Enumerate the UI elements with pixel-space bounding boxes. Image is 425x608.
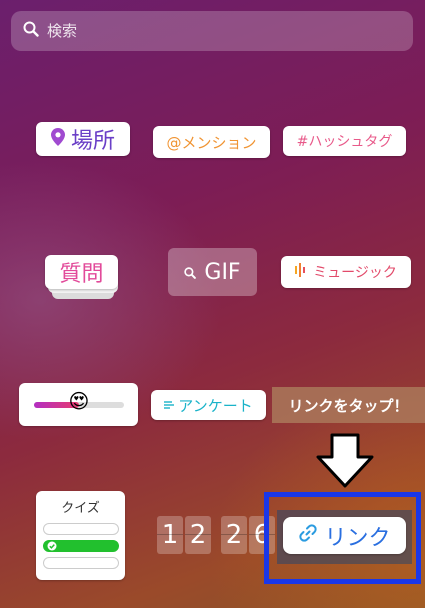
countdown-digit: 1 (157, 516, 183, 554)
search-icon (23, 21, 39, 41)
poll-sticker[interactable]: アンケート (151, 390, 266, 420)
music-sticker[interactable]: ミュージック (281, 256, 411, 288)
link-highlight-frame (264, 492, 421, 584)
hashtag-sticker[interactable]: #ハッシュタグ (283, 126, 406, 156)
heart-eyes-emoji-icon[interactable]: 😍 (69, 391, 90, 411)
check-icon (47, 541, 56, 551)
callout-text: リンクをタップ！ (288, 396, 409, 415)
countdown-digit: 2 (185, 516, 211, 554)
quiz-option-correct (42, 540, 119, 552)
tap-link-callout: リンクをタップ！ (272, 387, 425, 423)
location-sticker[interactable]: 場所 (36, 122, 130, 156)
hashtag-sticker-label: #ハッシュタグ (296, 134, 393, 150)
quiz-option (42, 523, 119, 535)
list-lines-icon (164, 396, 175, 414)
location-sticker-label: 場所 (70, 129, 115, 154)
mention-sticker[interactable]: @メンション (153, 126, 270, 158)
countdown-digit: 2 (221, 516, 247, 554)
gif-sticker-label: GIF (204, 259, 241, 285)
quiz-option (42, 557, 119, 569)
music-bars-icon (295, 263, 307, 281)
quiz-sticker[interactable]: クイズ (36, 491, 125, 580)
question-sticker-label: 質問 (59, 262, 104, 287)
search-icon (184, 260, 197, 285)
search-bar[interactable] (11, 11, 413, 51)
down-arrow-icon (315, 433, 375, 493)
emoji-slider-sticker[interactable]: 😍 (19, 383, 138, 426)
poll-sticker-label: アンケート (178, 396, 253, 415)
gif-sticker[interactable]: GIF (168, 248, 257, 296)
music-sticker-label: ミュージック (313, 265, 397, 281)
countdown-sticker[interactable]: 1 2 2 6 (157, 516, 275, 554)
search-input[interactable] (47, 22, 387, 40)
slider-track: 😍 (33, 391, 124, 411)
question-sticker[interactable]: 質問 (45, 255, 118, 289)
location-pin-icon (50, 127, 65, 152)
quiz-sticker-label: クイズ (61, 501, 100, 516)
mention-sticker-label: @メンション (166, 133, 257, 152)
